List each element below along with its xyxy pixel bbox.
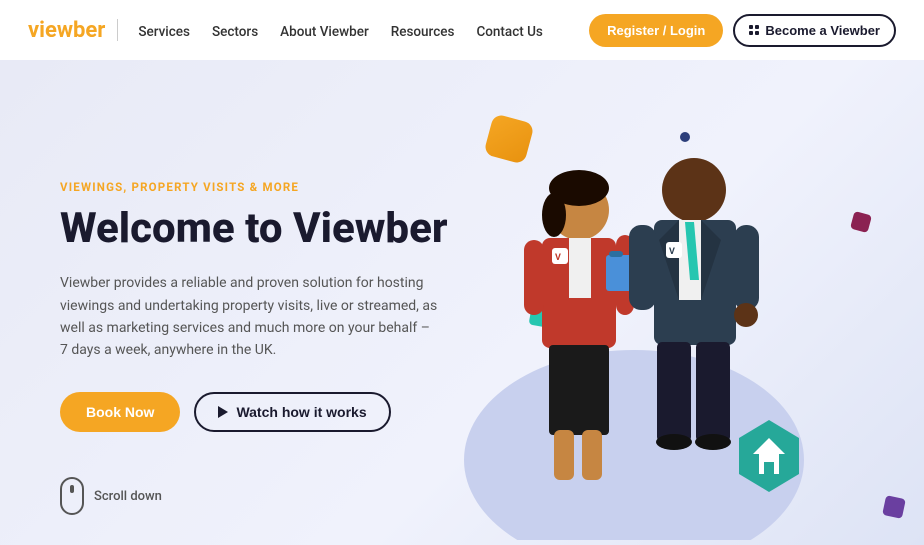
become-button[interactable]: Become a Viewber — [733, 14, 896, 47]
hero-title: Welcome to Viewber — [60, 206, 448, 252]
nav-item-resources[interactable]: Resources — [391, 21, 455, 40]
book-now-button[interactable]: Book Now — [60, 392, 180, 432]
nav-link-contact[interactable]: Contact Us — [476, 24, 542, 40]
people-illustration: V V — [424, 80, 844, 540]
hero-illustration: V V — [424, 80, 844, 540]
nav-link-resources[interactable]: Resources — [391, 24, 455, 40]
nav-divider — [117, 19, 118, 41]
scroll-dot — [70, 485, 74, 493]
navbar: viewber Services Sectors About Viewber R… — [0, 0, 924, 60]
nav-links: Services Sectors About Viewber Resources… — [138, 21, 589, 40]
hero-subtitle: VIEWINGS, PROPERTY VISITS & MORE — [60, 180, 448, 194]
scroll-down[interactable]: Scroll down — [60, 477, 162, 515]
watch-button[interactable]: Watch how it works — [194, 392, 390, 432]
svg-text:V: V — [555, 253, 561, 263]
logo-text: viewber — [28, 18, 105, 43]
hero-content: VIEWINGS, PROPERTY VISITS & MORE Welcome… — [60, 180, 448, 432]
nav-link-about[interactable]: About Viewber — [280, 24, 369, 40]
nav-item-services[interactable]: Services — [138, 21, 190, 40]
nav-item-contact[interactable]: Contact Us — [476, 21, 542, 40]
scroll-label: Scroll down — [94, 489, 162, 504]
svg-text:V: V — [669, 247, 675, 257]
register-button[interactable]: Register / Login — [589, 14, 723, 47]
nav-actions: Register / Login Become a Viewber — [589, 14, 896, 47]
hero-section: VIEWINGS, PROPERTY VISITS & MORE Welcome… — [0, 60, 924, 545]
hero-description: Viewber provides a reliable and proven s… — [60, 272, 440, 362]
nav-item-about[interactable]: About Viewber — [280, 21, 369, 40]
crimson-shape-decoration — [850, 211, 872, 233]
nav-link-services[interactable]: Services — [138, 24, 190, 40]
logo: viewber — [28, 18, 105, 43]
play-icon — [218, 406, 228, 418]
scroll-icon — [60, 477, 84, 515]
grid-icon — [749, 25, 759, 35]
watch-label: Watch how it works — [236, 404, 366, 420]
nav-link-sectors[interactable]: Sectors — [212, 24, 258, 40]
nav-item-sectors[interactable]: Sectors — [212, 21, 258, 40]
become-label: Become a Viewber — [765, 23, 880, 38]
hero-buttons: Book Now Watch how it works — [60, 392, 448, 432]
purple-shape-decoration — [882, 495, 906, 519]
